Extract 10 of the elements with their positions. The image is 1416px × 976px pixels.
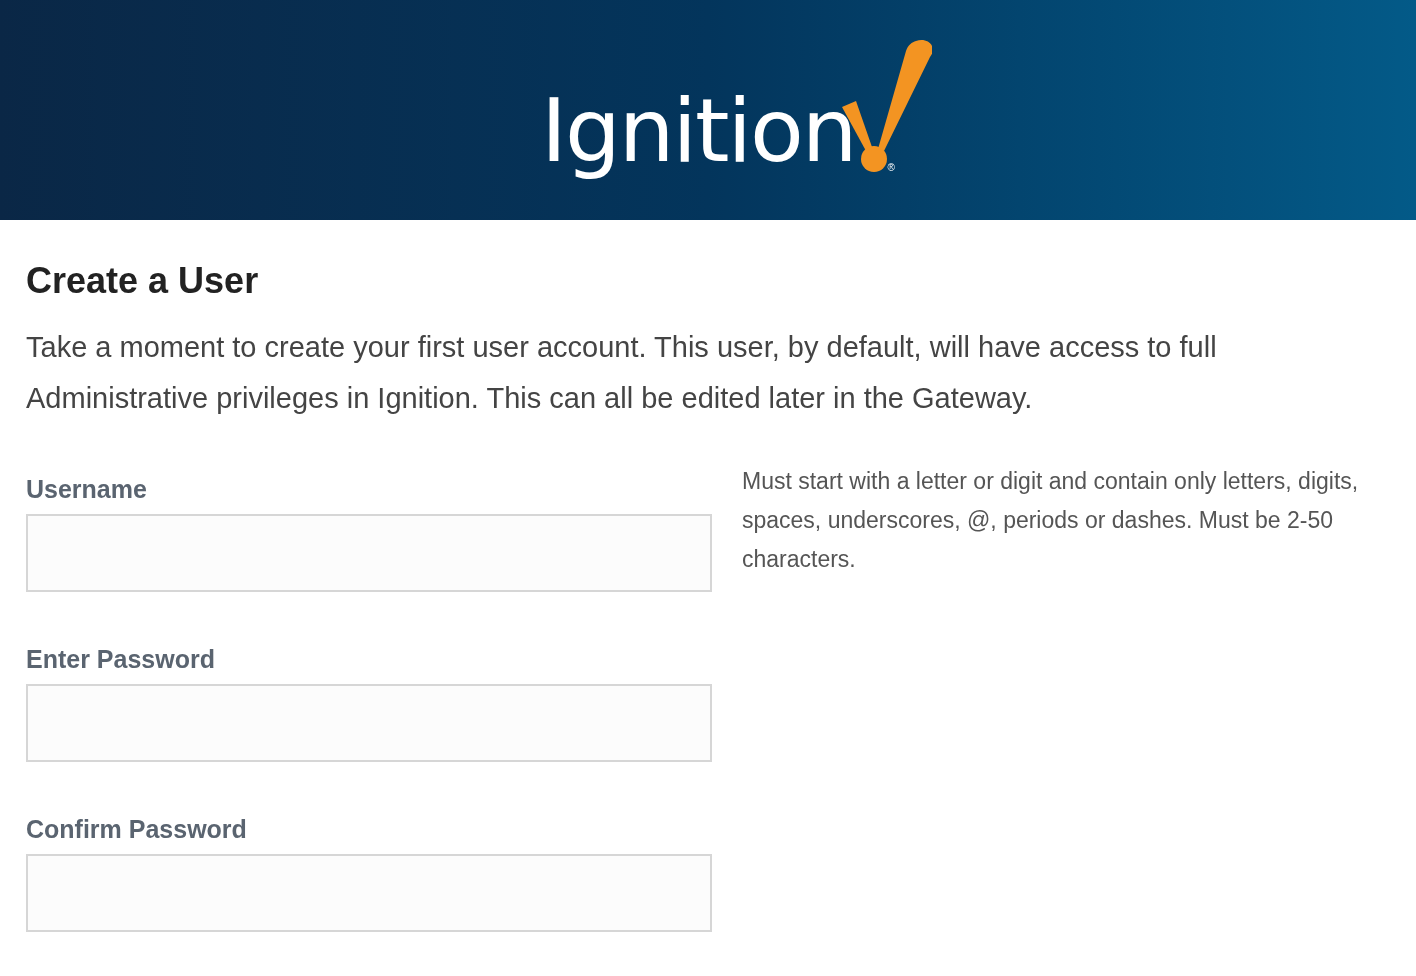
field-label: Confirm Password xyxy=(26,814,248,844)
field-hint: Must start with a letter or digit and contain only letters, digits, spaces, underscores, @, periods or dashes. Must be 2-50 characters. xyxy=(742,467,1360,574)
input-field[interactable] xyxy=(26,514,712,592)
input-field[interactable] xyxy=(26,854,712,932)
field-label: Enter Password xyxy=(26,644,216,674)
field-label: Username xyxy=(26,474,148,504)
registered-mark: ® xyxy=(887,163,895,173)
input-field[interactable] xyxy=(26,684,712,762)
intro-text: Take a moment to create your first user account. This user, by default, will have access to full Administrative privileges in Ignition. This can all be edited later in the Gateway. xyxy=(26,330,1218,416)
page-title: Create a User xyxy=(26,260,260,302)
